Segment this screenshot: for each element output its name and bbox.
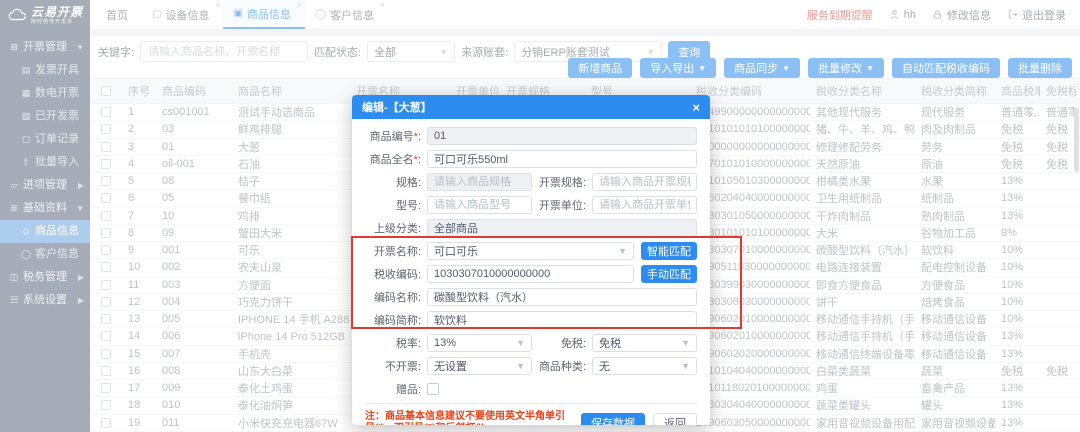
code-short-label: 编码简称: [365,312,427,328]
gift-label: 赠品: [365,381,427,397]
tax-rate-row: 税率: 13% ▼ 免税: 免税 ▼ [365,334,697,352]
close-icon[interactable]: × [692,101,700,114]
product-code-row: 商品编号*: [365,127,697,145]
save-data-button[interactable]: 保存数据 [581,413,645,426]
code-name-row: 编码名称: [365,288,697,306]
chevron-down-icon: ▼ [618,246,627,256]
tax-free-label: 免税: [532,335,592,351]
product-kind-value: 无 [599,358,610,374]
modal-footer: 注：商品基本信息建议不要使用英文半角单引号(')、双引号(")和反斜杠(\) 保… [365,403,697,425]
code-short-input[interactable] [427,311,697,329]
parent-category-label: 上级分类: [365,220,427,236]
chevron-down-icon: ▼ [516,361,525,371]
spec-input[interactable] [427,173,532,191]
gift-row: 赠品: [365,380,697,398]
tax-code-row: 税收编码: 手动匹配 [365,265,697,283]
edit-product-modal: 编辑-【大葱】 × 商品编号*: 商品全名*: 规格: 开票规格: 型号: [352,95,710,425]
modal-header: 编辑-【大葱】 × [352,95,710,119]
tax-code-input[interactable] [427,265,634,283]
code-name-label: 编码名称: [365,289,427,305]
tax-free-value: 免税 [599,335,621,351]
back-button[interactable]: 返回 [653,413,697,426]
model-input[interactable] [427,196,532,214]
invoice-name-select[interactable]: 可口可乐 ▼ [427,242,634,260]
tax-code-label: 税收编码: [365,266,427,282]
tax-rate-value: 13% [434,337,456,349]
invoice-spec-label: 开票规格: [532,174,592,190]
tax-free-select[interactable]: 免税 ▼ [592,334,697,352]
modal-warning-note: 注：商品基本信息建议不要使用英文半角单引号(')、双引号(")和反斜杠(\) [365,411,573,425]
no-invoice-row: 不开票: 无设置 ▼ 商品种类: 无 ▼ [365,357,697,375]
product-fullname-row: 商品全名*: [365,150,697,168]
no-invoice-select[interactable]: 无设置 ▼ [427,357,532,375]
parent-category-row: 上级分类: [365,219,697,237]
product-kind-label: 商品种类: [532,358,592,374]
modal-body: 商品编号*: 商品全名*: 规格: 开票规格: 型号: 开票单位: 上级分类 [352,119,710,398]
chevron-down-icon: ▼ [681,338,690,348]
app-window: 云易开票 随时随地开发票 首页▢设备信息×▣商品信息×◯客户信息× 服务到期提醒… [0,0,1080,432]
parent-category-input[interactable] [427,219,697,237]
invoice-spec-input[interactable] [592,173,697,191]
no-invoice-value: 无设置 [434,358,467,374]
chevron-down-icon: ▼ [516,338,525,348]
manual-match-button[interactable]: 手动匹配 [641,265,697,283]
model-row: 型号: 开票单位: [365,196,697,214]
invoice-unit-label: 开票单位: [532,197,592,213]
product-kind-select[interactable]: 无 ▼ [592,357,697,375]
spec-row: 规格: 开票规格: [365,173,697,191]
spec-label: 规格: [365,174,427,190]
product-fullname-label: 商品全名*: [365,151,427,167]
invoice-unit-input[interactable] [592,196,697,214]
no-invoice-label: 不开票: [365,358,427,374]
code-short-row: 编码简称: [365,311,697,329]
smart-match-button[interactable]: 智能匹配 [641,242,697,260]
invoice-name-value: 可口可乐 [434,243,478,259]
product-code-label: 商品编号*: [365,128,427,144]
code-name-input[interactable] [427,288,697,306]
modal-title: 编辑-【大葱】 [362,99,432,115]
gift-checkbox[interactable] [427,383,439,395]
tax-rate-label: 税率: [365,335,427,351]
invoice-name-label: 开票名称: [365,243,427,259]
model-label: 型号: [365,197,427,213]
invoice-name-row: 开票名称: 可口可乐 ▼ 智能匹配 [365,242,697,260]
chevron-down-icon: ▼ [681,361,690,371]
product-code-input[interactable] [427,127,697,145]
product-fullname-input[interactable] [427,150,697,168]
tax-rate-select[interactable]: 13% ▼ [427,334,532,352]
